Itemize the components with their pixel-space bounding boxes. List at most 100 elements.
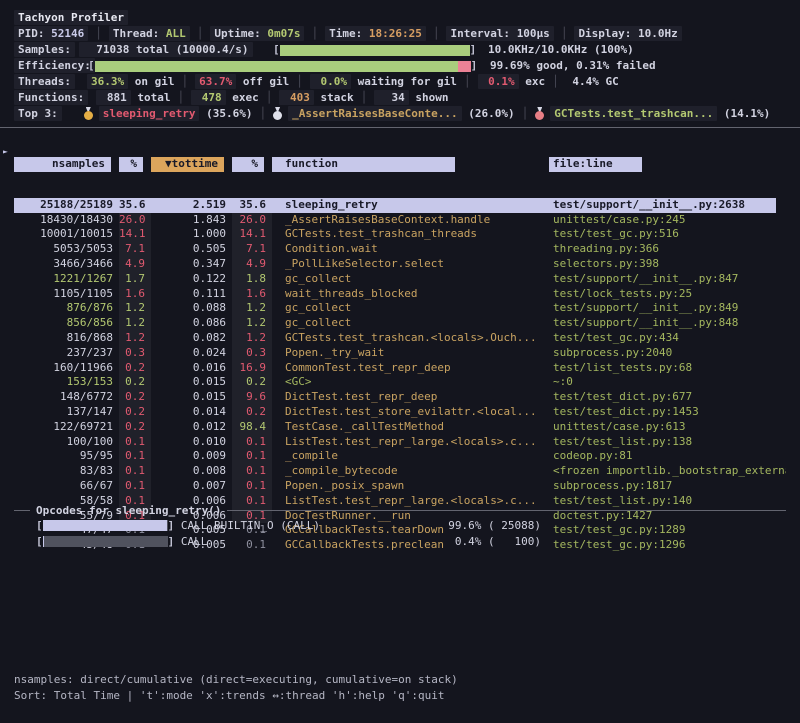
uptime-label: Uptime: <box>214 27 267 40</box>
cell-function: gc_collect <box>272 272 549 287</box>
table-row[interactable]: 160/11966 0.2 0.016 16.9 CommonTest.test… <box>14 361 786 376</box>
table-row[interactable]: 25188/25189 35.6 2.519 35.6 sleeping_ret… <box>14 198 776 213</box>
cell-pct2: 0.2 <box>232 405 272 420</box>
functions-total: 881 <box>96 90 131 105</box>
cell-nsamples: 100/100 <box>14 435 119 450</box>
table-row[interactable]: 95/95 0.1 0.009 0.1 _compile codeop.py:8… <box>14 449 786 464</box>
cell-file: test/support/__init__.py:849 <box>549 301 786 316</box>
cell-file: test/support/__init__.py:2638 <box>549 198 776 213</box>
cell-tottime: 0.015 <box>151 390 232 405</box>
cell-file: threading.py:366 <box>549 242 786 257</box>
cell-pct1: 1.2 <box>119 316 151 331</box>
display-field: Display: 10.0Hz <box>574 26 681 41</box>
cell-pct1: 0.3 <box>119 346 151 361</box>
efficiency-bar-track <box>95 61 471 72</box>
selected-row-cursor-icon: ► <box>3 147 8 156</box>
table-row[interactable]: 18430/18430 26.0 1.843 26.0 _AssertRaise… <box>14 213 786 228</box>
col-header-pct1[interactable]: % <box>119 157 143 172</box>
table-row[interactable]: 100/100 0.1 0.010 0.1 ListTest.test_repr… <box>14 435 786 450</box>
cell-function: _compile_bytecode <box>272 464 549 479</box>
cell-tottime: 0.015 <box>151 375 232 390</box>
time-field: Time: 18:26:25 <box>325 26 426 41</box>
efficiency-bar-fail <box>458 61 471 72</box>
cell-tottime: 0.024 <box>151 346 232 361</box>
cell-pct1: 0.2 <box>119 405 151 420</box>
status-bar: PID: 52146│ Thread: ALL│ Uptime: 0m07s│ … <box>14 26 682 41</box>
interval-field: Interval: 100µs <box>446 26 553 41</box>
close-bracket: ] <box>470 43 477 56</box>
thread-label: Thread: <box>113 27 166 40</box>
cell-nsamples: 18430/18430 <box>14 213 119 228</box>
divider: │ <box>190 26 211 41</box>
cell-pct2: 35.6 <box>232 198 272 213</box>
col-header-pct2[interactable]: % <box>232 157 264 172</box>
cell-function: wait_threads_blocked <box>272 287 549 302</box>
opcode-bar-fill <box>43 520 168 531</box>
table-row[interactable]: 876/876 1.2 0.088 1.2 gc_collect test/su… <box>14 301 786 316</box>
cell-tottime: 0.088 <box>151 301 232 316</box>
cell-function: DictTest.test_store_evilattr.<local... <box>272 405 549 420</box>
col-header-tottime[interactable]: ▼tottime <box>151 157 224 172</box>
functions-line: Functions: 881 total│ 478 exec│ 403 stac… <box>14 90 448 105</box>
cell-function: ListTest.test_repr_large.<locals>.c... <box>272 435 549 450</box>
cell-pct2: 4.9 <box>232 257 272 272</box>
cell-pct1: 4.9 <box>119 257 151 272</box>
thread-field[interactable]: Thread: ALL <box>109 26 190 41</box>
cell-pct2: 0.2 <box>232 375 272 390</box>
gc-text: GC <box>599 74 619 89</box>
table-body: 25188/25189 35.6 2.519 35.6 sleeping_ret… <box>0 198 800 553</box>
col-header-nsamples[interactable]: nsamples <box>14 157 111 172</box>
samples-rate: 10.0KHz/10.0KHz (100%) <box>488 42 634 57</box>
efficiency-bar-good <box>95 61 458 72</box>
efficiency-bar: [] <box>88 58 477 73</box>
table-row[interactable]: 10001/10015 14.1 1.000 14.1 GCTests.test… <box>14 227 786 242</box>
col-header-file[interactable]: file:line <box>549 157 642 172</box>
cell-function: <GC> <box>272 375 549 390</box>
table-row[interactable]: 66/67 0.1 0.007 0.1 Popen._posix_spawn s… <box>14 479 786 494</box>
display-label: Display: <box>578 27 638 40</box>
table-row[interactable]: 83/83 0.1 0.008 0.1 _compile_bytecode <f… <box>14 464 786 479</box>
cell-file: selectors.py:398 <box>549 257 786 272</box>
cell-pct2: 26.0 <box>232 213 272 228</box>
functions-stack-text: stack <box>314 90 354 105</box>
cell-pct1: 35.6 <box>119 198 151 213</box>
table-row[interactable]: 856/856 1.2 0.086 1.2 gc_collect test/su… <box>14 316 786 331</box>
cell-tottime: 0.347 <box>151 257 232 272</box>
cell-pct2: 1.2 <box>232 301 272 316</box>
divider: │ <box>426 26 447 41</box>
table-row[interactable]: 816/868 1.2 0.082 1.2 GCTests.test_trash… <box>14 331 786 346</box>
table-row[interactable]: 148/6772 0.2 0.015 9.6 DictTest.test_rep… <box>14 390 786 405</box>
table-row[interactable]: 1221/1267 1.7 0.122 1.8 gc_collect test/… <box>14 272 786 287</box>
exc-pct: 0.1% <box>478 74 519 89</box>
table-row[interactable]: 1105/1105 1.6 0.111 1.6 wait_threads_blo… <box>14 287 786 302</box>
cell-nsamples: 148/6772 <box>14 390 119 405</box>
cell-file: unittest/case.py:613 <box>549 420 786 435</box>
table-row[interactable]: 153/153 0.2 0.015 0.2 <GC> ~:0 <box>14 375 786 390</box>
cell-pct2: 0.1 <box>232 449 272 464</box>
table-row[interactable]: 3466/3466 4.9 0.347 4.9 _PollLikeSelecto… <box>14 257 786 272</box>
efficiency-label: Efficiency: <box>14 58 95 73</box>
functions-shown: 34 <box>374 90 409 105</box>
cell-file: unittest/case.py:245 <box>549 213 786 228</box>
table-row[interactable]: 122/69721 0.2 0.012 98.4 TestCase._callT… <box>14 420 786 435</box>
divider: │ <box>545 74 566 89</box>
open-bracket: [ <box>36 534 43 549</box>
top3-label: Top 3: <box>14 106 62 121</box>
footer-help-line: nsamples: direct/cumulative (direct=exec… <box>14 672 458 687</box>
col-header-function[interactable]: function <box>272 157 455 172</box>
cell-file: test/test_list.py:138 <box>549 435 786 450</box>
cell-pct2: 1.6 <box>232 287 272 302</box>
on-gil-pct: 36.3% <box>87 74 128 89</box>
cell-pct2: 16.9 <box>232 361 272 376</box>
table-row[interactable]: 137/147 0.2 0.014 0.2 DictTest.test_stor… <box>14 405 786 420</box>
cell-file: subprocess.py:1817 <box>549 479 786 494</box>
uptime-value: 0m07s <box>267 27 300 40</box>
cell-pct2: 98.4 <box>232 420 272 435</box>
cell-tottime: 0.082 <box>151 331 232 346</box>
opcode-label: CALL <box>174 534 207 549</box>
table-row[interactable]: 5053/5053 7.1 0.505 7.1 Condition.wait t… <box>14 242 786 257</box>
cell-file: test/support/__init__.py:848 <box>549 316 786 331</box>
opcode-bar-track <box>43 520 168 531</box>
thread-value: ALL <box>166 27 186 40</box>
table-row[interactable]: 237/237 0.3 0.024 0.3 Popen._try_wait su… <box>14 346 786 361</box>
